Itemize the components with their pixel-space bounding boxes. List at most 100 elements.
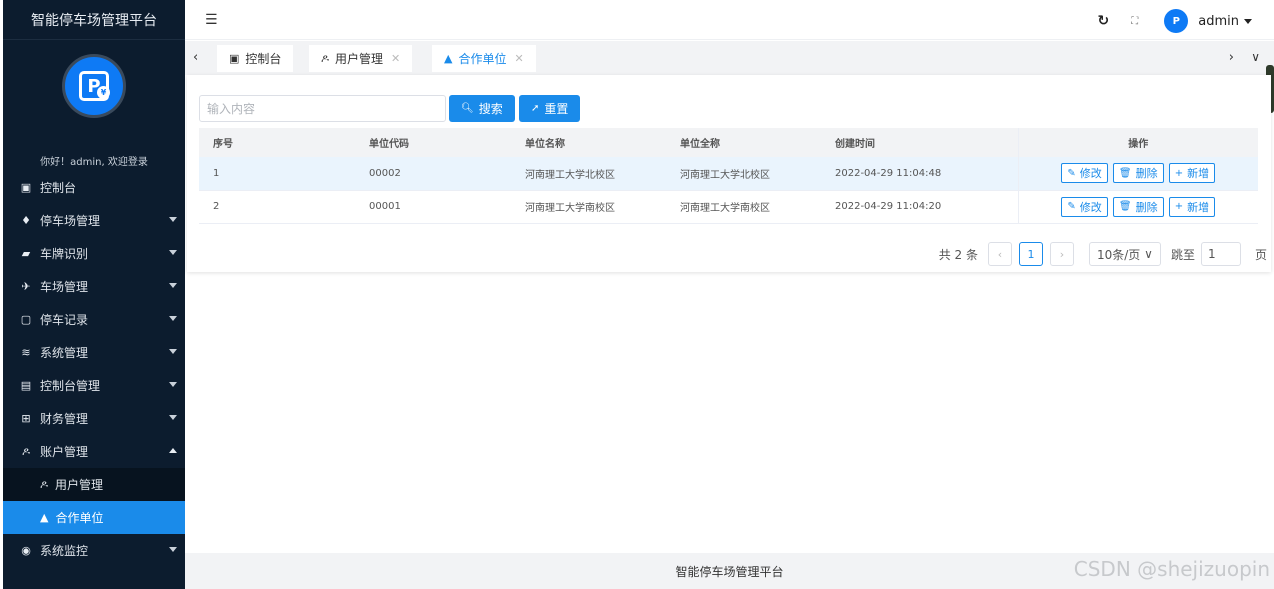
column-header[interactable]: 序号 xyxy=(199,128,355,157)
sidebar-item-users[interactable]: ዶ 用户管理 xyxy=(3,468,185,501)
monitor-icon: ▣ xyxy=(229,52,240,65)
layers-icon: ≋ xyxy=(21,346,31,359)
reset-button[interactable]: ➚ 重置 xyxy=(519,95,581,122)
cell-name: 河南理工大学南校区 xyxy=(525,203,615,214)
sidebar-item-label: 控制台 xyxy=(40,181,77,195)
table-row[interactable]: 1 00002 河南理工大学北校区 河南理工大学北校区 2022-04-29 1… xyxy=(199,157,1258,190)
tab-users[interactable]: ዶ 用户管理 ✕ xyxy=(309,45,413,72)
top-bar: ☰ ↻ ⛶ P admin xyxy=(185,0,1274,40)
close-icon[interactable]: ✕ xyxy=(391,52,400,65)
sidebar-item-label: 停车记录 xyxy=(40,313,89,327)
caret-down-icon[interactable] xyxy=(1244,18,1252,24)
sidebar-item-label: 系统管理 xyxy=(40,346,89,360)
pencil-icon: ✎ xyxy=(1067,201,1076,212)
chevron-down-icon xyxy=(169,349,177,354)
diamond-icon: ♦ xyxy=(21,214,31,227)
tab-partners[interactable]: ▲ 合作单位 ✕ xyxy=(432,45,536,72)
column-header[interactable]: 单位全称 xyxy=(666,128,821,157)
chevron-down-icon xyxy=(169,250,177,255)
record-icon: ▢ xyxy=(20,313,32,326)
cell-fullname: 河南理工大学北校区 xyxy=(680,169,770,181)
page-size-select[interactable]: 10条/页 ∨ xyxy=(1088,242,1161,266)
column-header[interactable]: 单位代码 xyxy=(355,128,511,157)
monitor-icon: ▣ xyxy=(20,181,32,194)
edit-button[interactable]: ✎ 修改 xyxy=(1061,196,1108,217)
username[interactable]: admin xyxy=(1198,14,1239,29)
plus-icon: + xyxy=(1174,167,1184,179)
sidebar-avatar-area: P ¥ xyxy=(3,40,185,155)
tab-label: 用户管理 xyxy=(335,52,384,66)
edit-button[interactable]: ✎ 修改 xyxy=(1061,163,1108,184)
user-avatar[interactable]: P xyxy=(1164,9,1189,33)
cell-code: 00001 xyxy=(369,201,401,212)
chevron-right-icon[interactable]: › xyxy=(1229,50,1234,65)
avatar: P ¥ xyxy=(62,54,126,118)
prev-page-button[interactable]: ‹ xyxy=(987,242,1012,266)
welcome-text: 你好！admin, 欢迎登录 xyxy=(40,157,148,168)
sidebar: 智能停车场管理平台 P ¥ 你好！admin, 欢迎登录 ▣ 控制台 ♦ 停车场… xyxy=(3,0,185,589)
table-row[interactable]: 2 00001 河南理工大学南校区 河南理工大学南校区 2022-04-29 1… xyxy=(199,190,1258,223)
pagination-total: 共 2 条 xyxy=(938,247,978,262)
add-label: 新增 xyxy=(1187,200,1210,214)
sidebar-item-dashboard[interactable]: ▣ 控制台 xyxy=(3,171,185,204)
chevron-left-icon[interactable]: ‹ xyxy=(193,50,198,65)
column-header[interactable]: 单位名称 xyxy=(511,128,666,157)
add-button[interactable]: + 新增 xyxy=(1168,163,1216,184)
search-icon: 🔍︎ xyxy=(461,103,474,114)
user-icon: ዶ xyxy=(21,444,31,458)
cell-actions: ✎ 修改 🗑︎ 删除 + 新增 xyxy=(1017,157,1258,190)
camera-icon: ▰ xyxy=(21,247,31,260)
next-page-button[interactable]: › xyxy=(1049,242,1074,266)
sidebar-menu: ▣ 控制台 ♦ 停车场管理 ▰ 车牌识别 ✈ 车场管理 ▢ 停车记录 ≋ 系统管… xyxy=(3,171,185,567)
sidebar-item-console-management[interactable]: ▤ 控制台管理 xyxy=(3,369,185,402)
sidebar-item-lot-management[interactable]: ✈ 车场管理 xyxy=(3,270,185,303)
delete-button[interactable]: 🗑︎ 删除 xyxy=(1112,196,1164,217)
table-header-row: 序号 单位代码 单位名称 单位全称 创建时间 操作 xyxy=(199,128,1258,157)
cell-index: 1 xyxy=(213,167,220,179)
cell-index: 2 xyxy=(213,201,220,212)
top-right-tools: ↻ ⛶ P admin xyxy=(1098,9,1252,33)
grid-icon: ⊞ xyxy=(21,412,31,425)
delete-label: 删除 xyxy=(1135,167,1158,181)
add-button[interactable]: + 新增 xyxy=(1168,196,1216,217)
sidebar-item-partners[interactable]: ▲ 合作单位 xyxy=(3,501,185,534)
search-input[interactable] xyxy=(199,95,446,122)
jump-page-input[interactable] xyxy=(1200,242,1241,266)
refresh-icon[interactable]: ↻ xyxy=(1098,13,1110,29)
page-number-button[interactable]: 1 xyxy=(1018,242,1043,266)
jump-label: 跳至 xyxy=(1170,247,1195,262)
trash-icon: 🗑︎ xyxy=(1118,201,1132,212)
sidebar-item-label: 停车场管理 xyxy=(40,214,101,228)
chevron-up-icon xyxy=(169,448,177,453)
sidebar-item-monitor[interactable]: ◉ 系统监控 xyxy=(3,534,185,567)
sidebar-item-plate-recognition[interactable]: ▰ 车牌识别 xyxy=(3,237,185,270)
sidebar-item-system[interactable]: ≋ 系统管理 xyxy=(3,336,185,369)
sidebar-item-account[interactable]: ዶ 账户管理 xyxy=(3,435,185,468)
collapse-menu-icon[interactable]: ☰ xyxy=(205,12,218,28)
partners-table: 序号 单位代码 单位名称 单位全称 创建时间 操作 1 00002 河南理工大学… xyxy=(199,128,1258,224)
fullscreen-icon[interactable]: ⛶ xyxy=(1131,16,1138,27)
delete-button[interactable]: 🗑︎ 删除 xyxy=(1112,163,1164,184)
sidebar-item-parking-lot[interactable]: ♦ 停车场管理 xyxy=(3,204,185,237)
add-label: 新增 xyxy=(1187,167,1210,181)
camera-icon: ◉ xyxy=(21,544,31,557)
sidebar-item-label: 系统监控 xyxy=(40,544,89,558)
sidebar-item-finance[interactable]: ⊞ 财务管理 xyxy=(3,402,185,435)
sidebar-item-label: 控制台管理 xyxy=(40,379,101,393)
sidebar-item-parking-records[interactable]: ▢ 停车记录 xyxy=(3,303,185,336)
chevron-down-icon[interactable]: ∨ xyxy=(1251,50,1260,64)
pagination: 共 2 条 ‹ 1 › 10条/页 ∨ 跳至 页 xyxy=(939,241,1271,267)
pencil-icon: ✎ xyxy=(1067,167,1076,179)
footer-text: 智能停车场管理平台 xyxy=(675,564,784,579)
close-icon[interactable]: ✕ xyxy=(514,52,523,65)
tab-dashboard[interactable]: ▣ 控制台 xyxy=(217,45,294,72)
page-suffix: 页 xyxy=(1254,247,1267,262)
watermark: CSDN @shejizuopin xyxy=(1073,557,1270,581)
search-button[interactable]: 🔍︎ 搜索 xyxy=(449,95,515,122)
cell-created: 2022-04-29 11:04:48 xyxy=(835,167,942,179)
cell-created: 2022-04-29 11:04:20 xyxy=(835,201,942,212)
user-icon: ዶ xyxy=(40,477,49,491)
brand-title: 智能停车场管理平台 xyxy=(3,0,185,40)
column-header[interactable]: 创建时间 xyxy=(821,128,1018,157)
clipboard-icon: ▤ xyxy=(20,379,32,392)
